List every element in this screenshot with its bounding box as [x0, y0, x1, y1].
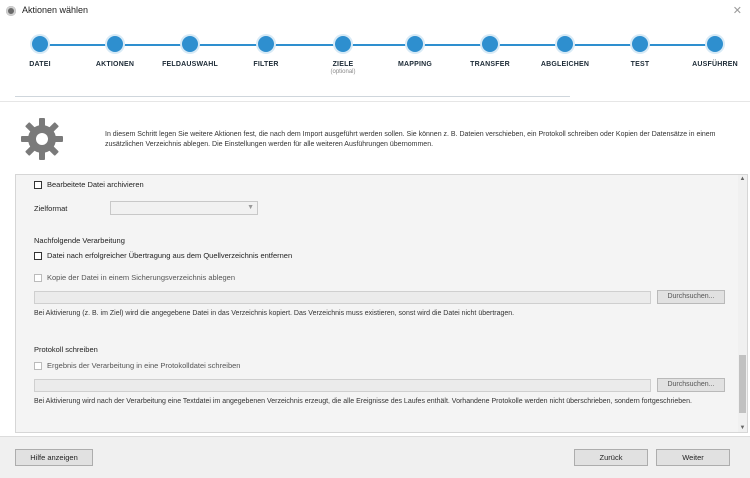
- step-label: ZIELE: [332, 61, 354, 68]
- delete-source-checkbox[interactable]: [34, 251, 42, 260]
- step-dot: [707, 36, 723, 52]
- step-dot: [258, 36, 274, 52]
- step-dot: [32, 36, 48, 52]
- back-button[interactable]: Zurück: [574, 449, 648, 466]
- next-button[interactable]: Weiter: [656, 449, 730, 466]
- post-section: Nachfolgende Verarbeitung: [34, 236, 125, 245]
- step-feldauswahl[interactable]: FELDAUSWAHL: [155, 36, 225, 68]
- chevron-down-icon: ▼: [247, 204, 254, 211]
- scroll-thumb[interactable]: [739, 355, 746, 413]
- step-transfer[interactable]: TRANSFER: [455, 36, 525, 68]
- step-ziele[interactable]: ZIELE (optional): [308, 36, 378, 75]
- option-write-log[interactable]: Ergebnis der Verarbeitung in eine Protok…: [34, 361, 240, 370]
- close-icon[interactable]: ✕: [733, 4, 742, 17]
- step-label: AKTIONEN: [95, 61, 135, 68]
- step-label: TEST: [630, 61, 650, 68]
- log-section: Protokoll schreiben: [34, 345, 98, 354]
- scroll-up-icon[interactable]: ▲: [739, 176, 746, 182]
- log-path-input[interactable]: [34, 379, 651, 392]
- write-log-label: Ergebnis der Verarbeitung in eine Protok…: [47, 361, 241, 370]
- step-dot: [407, 36, 423, 52]
- settings-panel: Bearbeitete Datei archivieren Zielformat…: [15, 174, 739, 433]
- progress-separator: [15, 96, 570, 97]
- dialog-footer: Hilfe anzeigen Zurück Weiter: [0, 436, 750, 478]
- archive-checkbox[interactable]: [34, 180, 42, 189]
- step-filter[interactable]: FILTER: [231, 36, 301, 68]
- step-abgleichen[interactable]: ABGLEICHEN: [530, 36, 600, 68]
- log-note: Bei Aktivierung wird nach der Verarbeitu…: [34, 398, 692, 405]
- backup-browse-button[interactable]: Durchsuchen...: [657, 290, 725, 304]
- option-delete-source[interactable]: Datei nach erfolgreicher Übertragung aus…: [34, 251, 292, 260]
- step-mapping[interactable]: MAPPING: [380, 36, 450, 68]
- archive-label: Bearbeitete Datei archivieren: [47, 180, 144, 189]
- title-bar: Aktionen wählen ✕: [0, 0, 750, 22]
- info-banner: In diesem Schritt legen Sie weitere Akti…: [0, 101, 750, 174]
- step-label: MAPPING: [397, 61, 433, 68]
- step-label: ABGLEICHEN: [540, 61, 590, 68]
- step-datei[interactable]: DATEI: [5, 36, 75, 68]
- step-sublabel: (optional): [330, 69, 356, 75]
- gear-icon: [21, 118, 63, 160]
- step-dot: [335, 36, 351, 52]
- step-label: TRANSFER: [470, 61, 510, 68]
- backup-note: Bei Aktivierung (z. B. im Ziel) wird die…: [34, 310, 515, 317]
- step-label: FELDAUSWAHL: [162, 61, 218, 68]
- step-dot: [632, 36, 648, 52]
- option-backup-copy[interactable]: Kopie der Datei in einem Sicherungsverze…: [34, 273, 235, 282]
- scroll-down-icon[interactable]: ▼: [739, 425, 746, 431]
- target-format-row: Zielformat: [34, 204, 67, 213]
- step-dot: [482, 36, 498, 52]
- app-gear-icon: [6, 6, 16, 16]
- step-ausfuehren[interactable]: AUSFÜHREN: [680, 36, 750, 68]
- panel-scrollbar[interactable]: ▲ ▼: [738, 174, 748, 433]
- log-browse-button[interactable]: Durchsuchen...: [657, 378, 725, 392]
- window-title: Aktionen wählen: [22, 5, 89, 15]
- backup-copy-checkbox[interactable]: [34, 273, 42, 282]
- step-dot: [107, 36, 123, 52]
- log-section-heading: Protokoll schreiben: [34, 345, 98, 354]
- info-text: In diesem Schritt legen Sie weitere Akti…: [105, 131, 716, 148]
- delete-source-label: Datei nach erfolgreicher Übertragung aus…: [47, 251, 293, 260]
- post-section-heading: Nachfolgende Verarbeitung: [34, 236, 125, 245]
- step-dot: [557, 36, 573, 52]
- step-aktionen[interactable]: AKTIONEN: [80, 36, 150, 68]
- step-label: FILTER: [253, 61, 279, 68]
- help-button[interactable]: Hilfe anzeigen: [15, 449, 93, 466]
- target-format-label: Zielformat: [34, 204, 68, 213]
- write-log-checkbox[interactable]: [34, 361, 42, 370]
- step-label: AUSFÜHREN: [692, 61, 738, 68]
- wizard-stepper: DATEI AKTIONEN FELDAUSWAHL FILTER ZIELE …: [0, 22, 750, 100]
- step-test[interactable]: TEST: [605, 36, 675, 68]
- option-archive[interactable]: Bearbeitete Datei archivieren: [34, 180, 144, 189]
- step-label: DATEI: [29, 61, 51, 68]
- backup-path-input[interactable]: [34, 291, 651, 304]
- backup-copy-label: Kopie der Datei in einem Sicherungsverze…: [47, 273, 236, 282]
- target-format-select[interactable]: ▼: [110, 201, 258, 215]
- step-dot: [182, 36, 198, 52]
